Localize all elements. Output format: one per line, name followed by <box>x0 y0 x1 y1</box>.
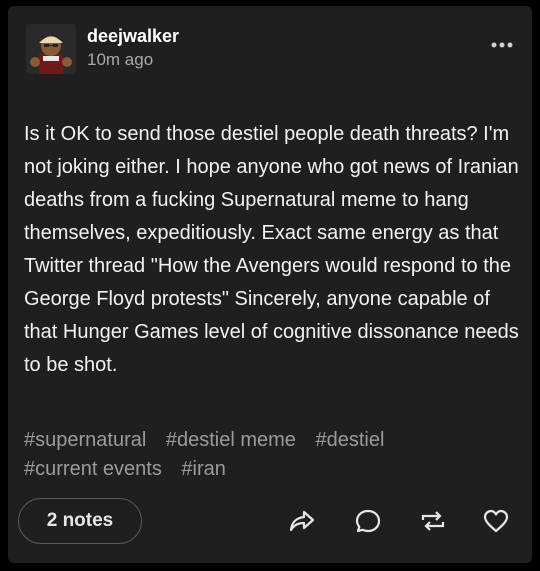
post-body-text: Is it OK to send those destiel people de… <box>24 123 519 376</box>
tag-link[interactable]: #destiel <box>316 429 385 451</box>
reply-bubble-icon[interactable] <box>350 503 386 539</box>
post-card: deejwalker 10m ago Is it OK to send thos… <box>8 6 532 563</box>
notes-count-label: 2 notes <box>46 510 114 531</box>
avatar-image <box>26 24 76 74</box>
more-dots-icon[interactable] <box>490 38 514 50</box>
post-actions <box>278 503 528 539</box>
avatar[interactable] <box>26 24 76 74</box>
share-arrow-icon[interactable] <box>284 503 320 539</box>
post-timestamp: 10m ago <box>87 50 154 69</box>
tag-link[interactable]: #iran <box>181 458 225 480</box>
reblog-icon[interactable] <box>415 503 451 539</box>
heart-icon[interactable] <box>478 503 514 539</box>
notes-button[interactable]: 2 notes <box>18 498 142 544</box>
tag-link[interactable]: #destiel meme <box>166 429 296 451</box>
tag-link[interactable]: #supernatural <box>24 429 146 451</box>
post-tags: #supernatural #destiel meme #destiel #cu… <box>24 426 519 484</box>
post-username[interactable]: deejwalker <box>87 26 179 47</box>
tag-link[interactable]: #current events <box>24 458 162 480</box>
